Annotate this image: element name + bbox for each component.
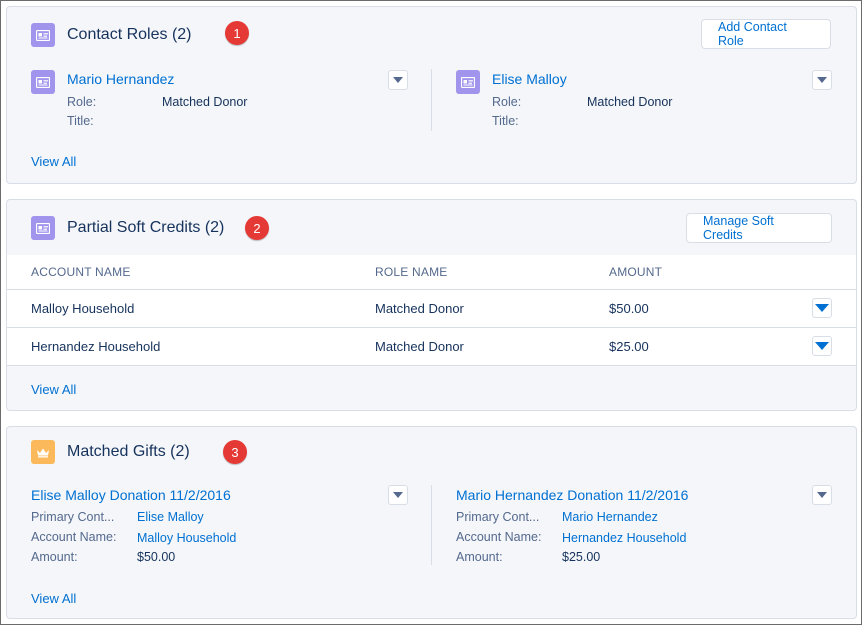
account-name-link[interactable]: Malloy Household bbox=[31, 301, 134, 316]
soft-credits-header: Partial Soft Credits (2) bbox=[31, 216, 224, 240]
primary-contact-label: Primary Cont... bbox=[456, 510, 540, 524]
page-frame: Contact Roles (2) 1 Add Contact Role Mar… bbox=[0, 0, 862, 625]
amount-value: $25.00 bbox=[562, 550, 601, 564]
row-action-menu-button[interactable] bbox=[812, 336, 832, 356]
amount-label: Amount: bbox=[31, 550, 78, 564]
view-all-link[interactable]: View All bbox=[31, 591, 76, 606]
callout-badge-2: 2 bbox=[245, 216, 269, 240]
contact-card-icon bbox=[31, 23, 55, 47]
chevron-down-icon bbox=[817, 492, 827, 498]
role-value: Matched Donor bbox=[162, 95, 248, 109]
contact-name-link[interactable]: Mario Hernandez bbox=[67, 71, 174, 87]
manage-soft-credits-button[interactable]: Manage Soft Credits bbox=[686, 213, 832, 243]
contact-card-icon bbox=[456, 70, 480, 94]
contact-roles-title: Contact Roles (2) bbox=[67, 26, 192, 43]
matched-gifts-header: Matched Gifts (2) bbox=[31, 440, 190, 464]
chevron-down-icon bbox=[815, 304, 829, 312]
crown-icon bbox=[31, 440, 55, 464]
role-value: Matched Donor bbox=[587, 95, 673, 109]
primary-contact-label: Primary Cont... bbox=[31, 510, 115, 524]
column-divider bbox=[431, 69, 432, 131]
row-action-menu-button[interactable] bbox=[812, 485, 832, 505]
role-label: Role: bbox=[67, 95, 97, 109]
title-label: Title: bbox=[492, 114, 519, 128]
role-label: Role: bbox=[492, 95, 522, 109]
chevron-down-icon bbox=[393, 77, 403, 83]
account-name-label: Account Name: bbox=[31, 530, 117, 544]
chevron-down-icon bbox=[393, 492, 403, 498]
soft-credits-card: Partial Soft Credits (2) 2 Manage Soft C… bbox=[6, 199, 857, 411]
row-action-menu-button[interactable] bbox=[812, 298, 832, 318]
amount-label: Amount: bbox=[456, 550, 503, 564]
account-name-link[interactable]: Malloy Household bbox=[137, 531, 236, 545]
contact-name-link[interactable]: Elise Malloy bbox=[492, 71, 567, 87]
account-name-label: Account Name: bbox=[456, 530, 542, 544]
chevron-down-icon bbox=[817, 77, 827, 83]
column-header-role-name: ROLE NAME bbox=[375, 265, 448, 279]
chevron-down-icon bbox=[815, 342, 829, 350]
soft-credits-table: ACCOUNT NAME ROLE NAME AMOUNT Malloy Hou… bbox=[7, 255, 856, 366]
column-header-account-name: ACCOUNT NAME bbox=[31, 265, 131, 279]
contact-roles-card: Contact Roles (2) 1 Add Contact Role Mar… bbox=[6, 6, 857, 184]
row-divider bbox=[7, 365, 856, 366]
account-name-link[interactable]: Hernandez Household bbox=[31, 339, 160, 354]
matched-gifts-title: Matched Gifts (2) bbox=[67, 443, 190, 460]
add-contact-role-button[interactable]: Add Contact Role bbox=[701, 19, 831, 49]
callout-badge-3: 3 bbox=[223, 440, 247, 464]
row-divider bbox=[7, 327, 856, 328]
primary-contact-link[interactable]: Mario Hernandez bbox=[562, 510, 658, 524]
role-name-cell: Matched Donor bbox=[375, 339, 464, 354]
contact-card-icon bbox=[31, 70, 55, 94]
row-divider bbox=[7, 289, 856, 290]
callout-badge-1: 1 bbox=[225, 21, 249, 45]
donation-name-link[interactable]: Mario Hernandez Donation 11/2/2016 bbox=[456, 487, 688, 503]
view-all-link[interactable]: View All bbox=[31, 382, 76, 397]
row-action-menu-button[interactable] bbox=[812, 70, 832, 90]
role-name-cell: Matched Donor bbox=[375, 301, 464, 316]
amount-value: $50.00 bbox=[137, 550, 176, 564]
row-action-menu-button[interactable] bbox=[388, 70, 408, 90]
column-divider bbox=[431, 485, 432, 565]
amount-cell: $50.00 bbox=[609, 301, 649, 316]
view-all-link[interactable]: View All bbox=[31, 154, 76, 169]
donation-name-link[interactable]: Elise Malloy Donation 11/2/2016 bbox=[31, 487, 231, 503]
column-header-amount: AMOUNT bbox=[609, 265, 663, 279]
amount-cell: $25.00 bbox=[609, 339, 649, 354]
soft-credits-title: Partial Soft Credits (2) bbox=[67, 219, 225, 236]
primary-contact-link[interactable]: Elise Malloy bbox=[137, 510, 204, 524]
title-label: Title: bbox=[67, 114, 94, 128]
matched-gifts-card: Matched Gifts (2) 3 Elise Malloy Donatio… bbox=[6, 426, 857, 619]
contact-roles-header: Contact Roles (2) bbox=[31, 23, 192, 47]
row-action-menu-button[interactable] bbox=[388, 485, 408, 505]
account-name-link[interactable]: Hernandez Household bbox=[562, 531, 686, 545]
contact-card-icon bbox=[31, 216, 55, 240]
